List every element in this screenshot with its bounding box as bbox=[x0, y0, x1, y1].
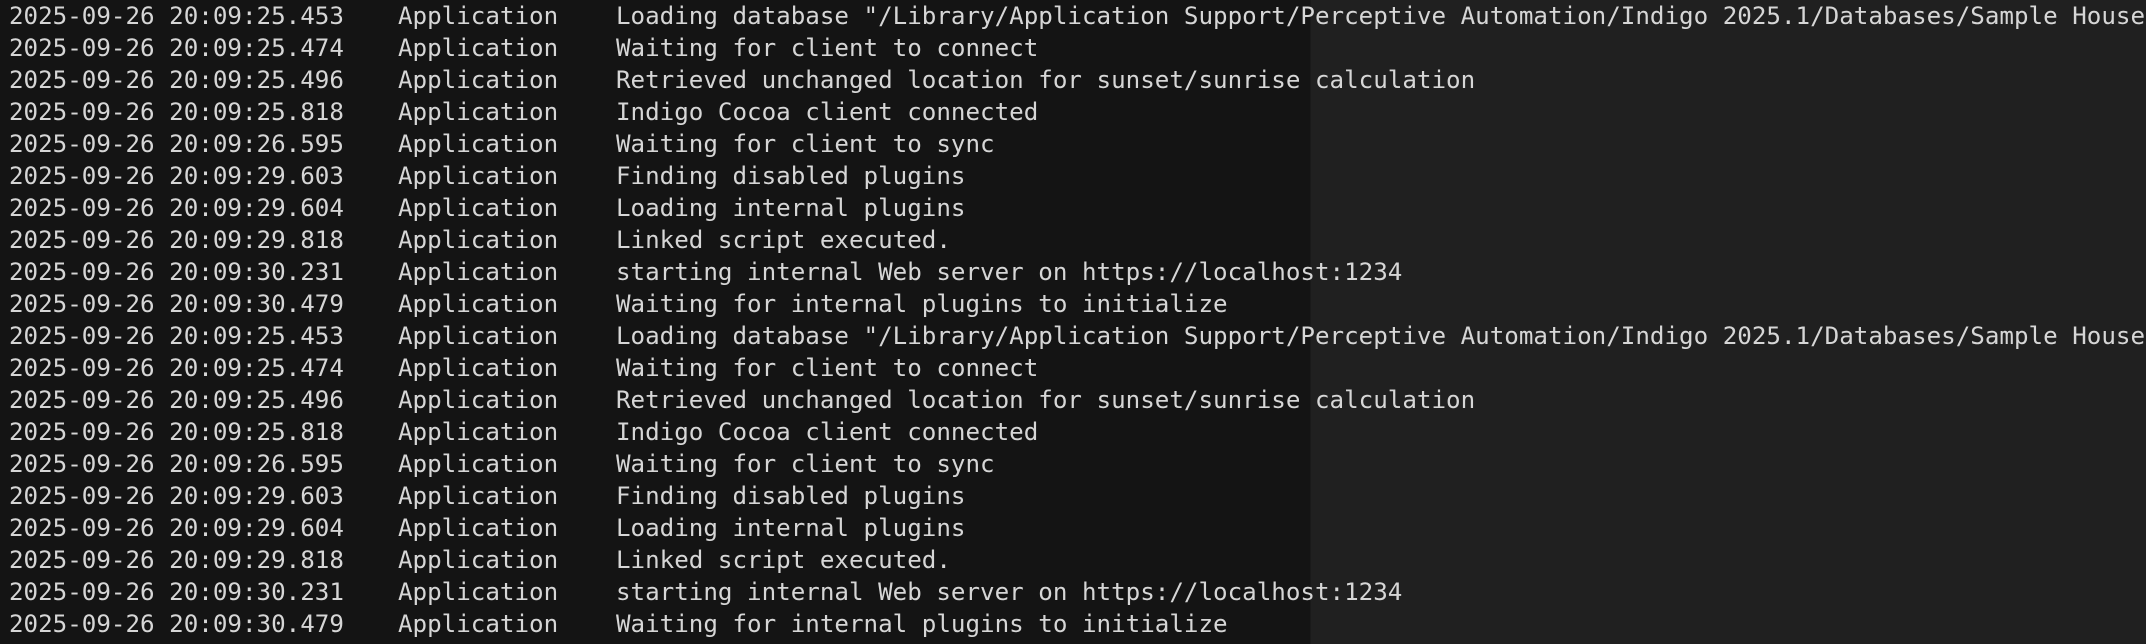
log-timestamp: 2025-09-26 20:09:29.603 bbox=[9, 482, 344, 510]
log-source: Application bbox=[398, 354, 559, 382]
log-timestamp: 2025-09-26 20:09:30.231 bbox=[9, 578, 344, 606]
log-message: Indigo Cocoa client connected bbox=[616, 98, 1039, 126]
log-message: Waiting for client to connect bbox=[616, 34, 1039, 62]
log-row[interactable]: 2025-09-26 20:09:29.818 Application Linked… bbox=[0, 224, 2146, 256]
log-row[interactable]: 2025-09-26 20:09:30.231 Application starti… bbox=[0, 256, 2146, 288]
log-source: Application bbox=[398, 226, 559, 254]
log-row[interactable]: 2025-09-26 20:09:25.453 Application Loadin… bbox=[0, 0, 2146, 32]
log-message: Retrieved unchanged location for sunset/… bbox=[616, 66, 1476, 94]
log-source: Application bbox=[398, 98, 559, 126]
log-timestamp: 2025-09-26 20:09:25.496 bbox=[9, 386, 344, 414]
log-row[interactable]: 2025-09-26 20:09:29.604 Application Loadin… bbox=[0, 192, 2146, 224]
log-timestamp: 2025-09-26 20:09:30.479 bbox=[9, 610, 344, 638]
log-source: Application bbox=[398, 34, 559, 62]
log-source: Application bbox=[398, 130, 559, 158]
log-timestamp: 2025-09-26 20:09:29.818 bbox=[9, 226, 344, 254]
log-message: Linked script executed. bbox=[616, 546, 951, 574]
log-timestamp: 2025-09-26 20:09:25.453 bbox=[9, 322, 344, 350]
event-log-list: 2025-09-26 20:09:25.453 Application Loadin… bbox=[0, 0, 2146, 640]
log-timestamp: 2025-09-26 20:09:25.496 bbox=[9, 66, 344, 94]
log-message: Finding disabled plugins bbox=[616, 162, 966, 190]
log-timestamp: 2025-09-26 20:09:29.818 bbox=[9, 546, 344, 574]
log-message: Waiting for client to sync bbox=[616, 450, 995, 478]
log-row[interactable]: 2025-09-26 20:09:29.604 Application Loadin… bbox=[0, 512, 2146, 544]
log-source: Application bbox=[398, 450, 559, 478]
log-message: Waiting for internal plugins to initiali… bbox=[616, 290, 1228, 318]
log-source: Application bbox=[398, 290, 559, 318]
log-timestamp: 2025-09-26 20:09:26.595 bbox=[9, 450, 344, 478]
log-timestamp: 2025-09-26 20:09:25.474 bbox=[9, 354, 344, 382]
log-source: Application bbox=[398, 386, 559, 414]
log-source: Application bbox=[398, 546, 559, 574]
log-timestamp: 2025-09-26 20:09:25.818 bbox=[9, 98, 344, 126]
log-source: Application bbox=[398, 578, 559, 606]
log-row[interactable]: 2025-09-26 20:09:30.479 Application Waitin… bbox=[0, 608, 2146, 640]
log-message: Waiting for client to connect bbox=[616, 354, 1039, 382]
log-row[interactable]: 2025-09-26 20:09:25.818 Application Indigo… bbox=[0, 96, 2146, 128]
log-row[interactable]: 2025-09-26 20:09:26.595 Application Waitin… bbox=[0, 128, 2146, 160]
log-row[interactable]: 2025-09-26 20:09:29.603 Application Findin… bbox=[0, 160, 2146, 192]
log-row[interactable]: 2025-09-26 20:09:29.603 Application Findin… bbox=[0, 480, 2146, 512]
log-timestamp: 2025-09-26 20:09:25.474 bbox=[9, 34, 344, 62]
event-log-view[interactable]: 2025-09-26 20:09:25.453 Application Loadin… bbox=[0, 0, 2146, 644]
log-timestamp: 2025-09-26 20:09:29.604 bbox=[9, 194, 344, 222]
log-source: Application bbox=[398, 514, 559, 542]
log-timestamp: 2025-09-26 20:09:30.231 bbox=[9, 258, 344, 286]
log-source: Application bbox=[398, 482, 559, 510]
log-message: Finding disabled plugins bbox=[616, 482, 966, 510]
log-message: Loading database "/Library/Application S… bbox=[616, 322, 2146, 350]
log-source: Application bbox=[398, 66, 559, 94]
log-message: starting internal Web server on https://… bbox=[616, 258, 1403, 286]
log-message: Indigo Cocoa client connected bbox=[616, 418, 1039, 446]
log-message: starting internal Web server on https://… bbox=[616, 578, 1403, 606]
log-row[interactable]: 2025-09-26 20:09:30.231 Application starti… bbox=[0, 576, 2146, 608]
log-message: Waiting for client to sync bbox=[616, 130, 995, 158]
log-timestamp: 2025-09-26 20:09:29.603 bbox=[9, 162, 344, 190]
log-row[interactable]: 2025-09-26 20:09:29.818 Application Linked… bbox=[0, 544, 2146, 576]
log-row[interactable]: 2025-09-26 20:09:25.474 Application Waitin… bbox=[0, 352, 2146, 384]
log-timestamp: 2025-09-26 20:09:26.595 bbox=[9, 130, 344, 158]
log-row[interactable]: 2025-09-26 20:09:25.496 Application Retrie… bbox=[0, 64, 2146, 96]
log-source: Application bbox=[398, 418, 559, 446]
log-message: Retrieved unchanged location for sunset/… bbox=[616, 386, 1476, 414]
log-row[interactable]: 2025-09-26 20:09:25.474 Application Waitin… bbox=[0, 32, 2146, 64]
log-message: Loading database "/Library/Application S… bbox=[616, 2, 2146, 30]
log-row[interactable]: 2025-09-26 20:09:25.496 Application Retrie… bbox=[0, 384, 2146, 416]
log-source: Application bbox=[398, 2, 559, 30]
log-source: Application bbox=[398, 194, 559, 222]
log-timestamp: 2025-09-26 20:09:30.479 bbox=[9, 290, 344, 318]
log-source: Application bbox=[398, 258, 559, 286]
log-source: Application bbox=[398, 162, 559, 190]
log-message: Waiting for internal plugins to initiali… bbox=[616, 610, 1228, 638]
log-message: Loading internal plugins bbox=[616, 194, 966, 222]
log-row[interactable]: 2025-09-26 20:09:30.479 Application Waitin… bbox=[0, 288, 2146, 320]
log-message: Linked script executed. bbox=[616, 226, 951, 254]
log-row[interactable]: 2025-09-26 20:09:26.595 Application Waitin… bbox=[0, 448, 2146, 480]
log-timestamp: 2025-09-26 20:09:29.604 bbox=[9, 514, 344, 542]
log-row[interactable]: 2025-09-26 20:09:25.818 Application Indigo… bbox=[0, 416, 2146, 448]
log-timestamp: 2025-09-26 20:09:25.453 bbox=[9, 2, 344, 30]
log-source: Application bbox=[398, 322, 559, 350]
log-timestamp: 2025-09-26 20:09:25.818 bbox=[9, 418, 344, 446]
log-source: Application bbox=[398, 610, 559, 638]
log-message: Loading internal plugins bbox=[616, 514, 966, 542]
log-row[interactable]: 2025-09-26 20:09:25.453 Application Loadin… bbox=[0, 320, 2146, 352]
